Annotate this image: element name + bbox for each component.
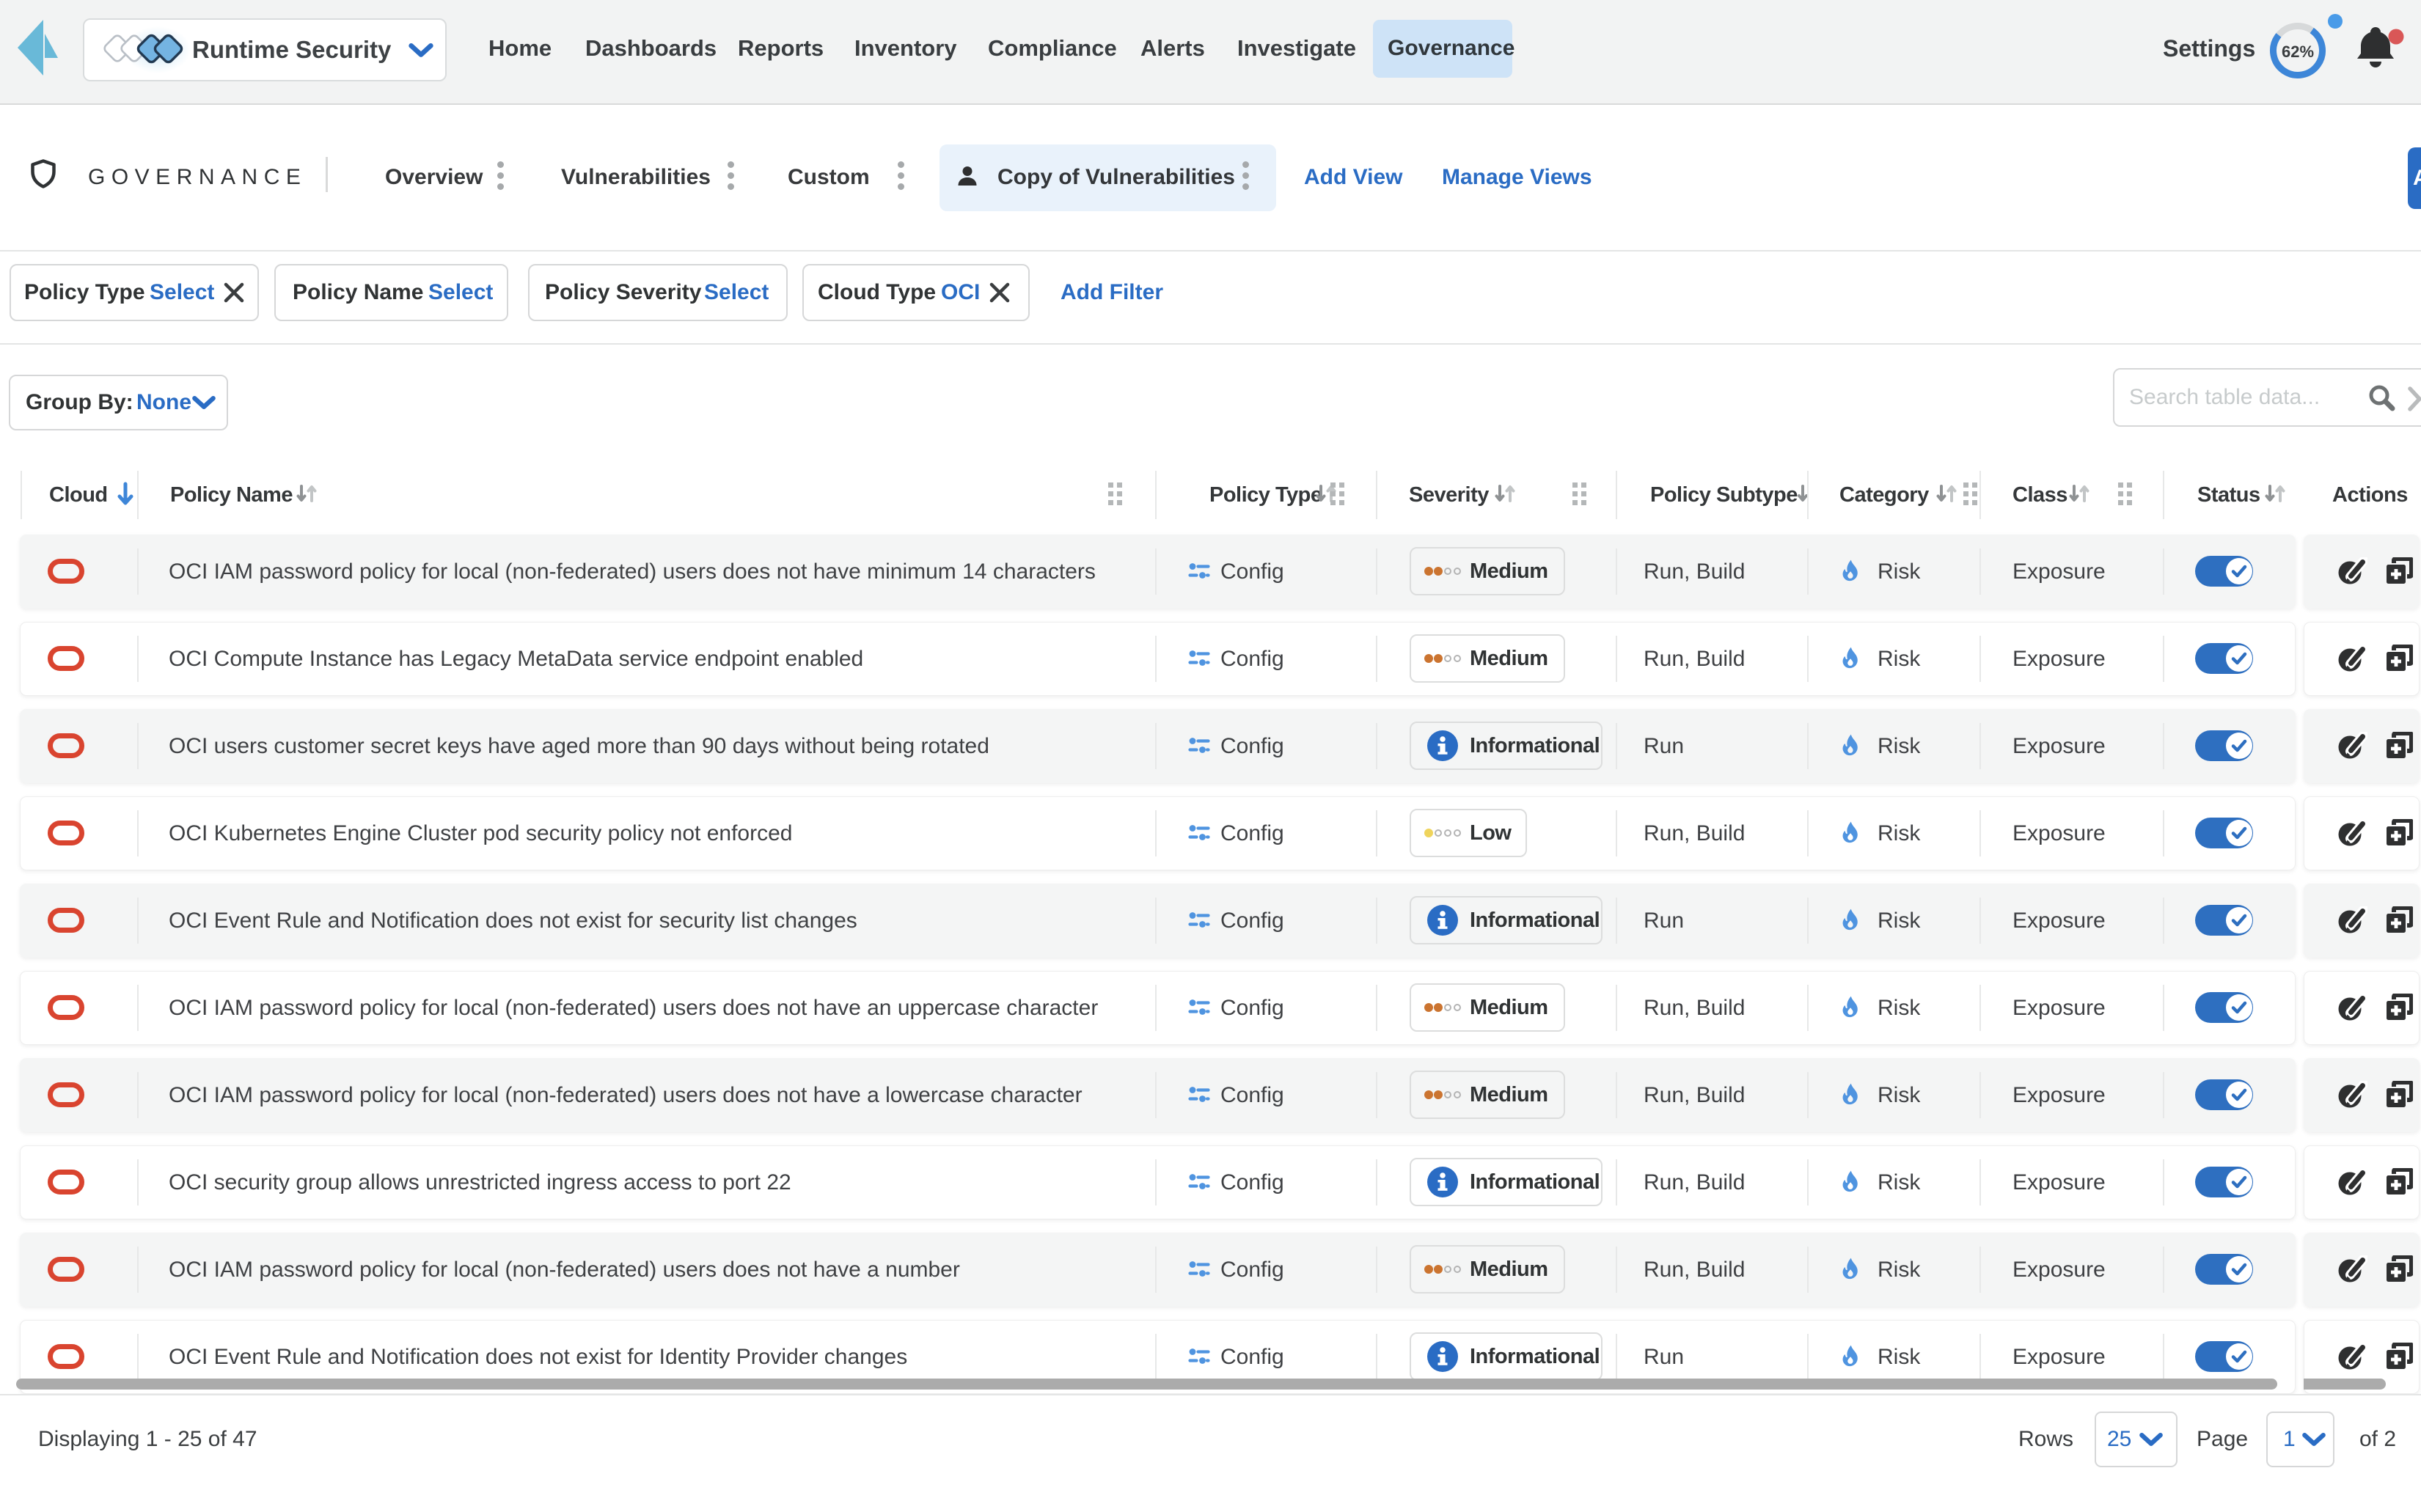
svg-text:62%: 62% bbox=[2282, 43, 2314, 61]
